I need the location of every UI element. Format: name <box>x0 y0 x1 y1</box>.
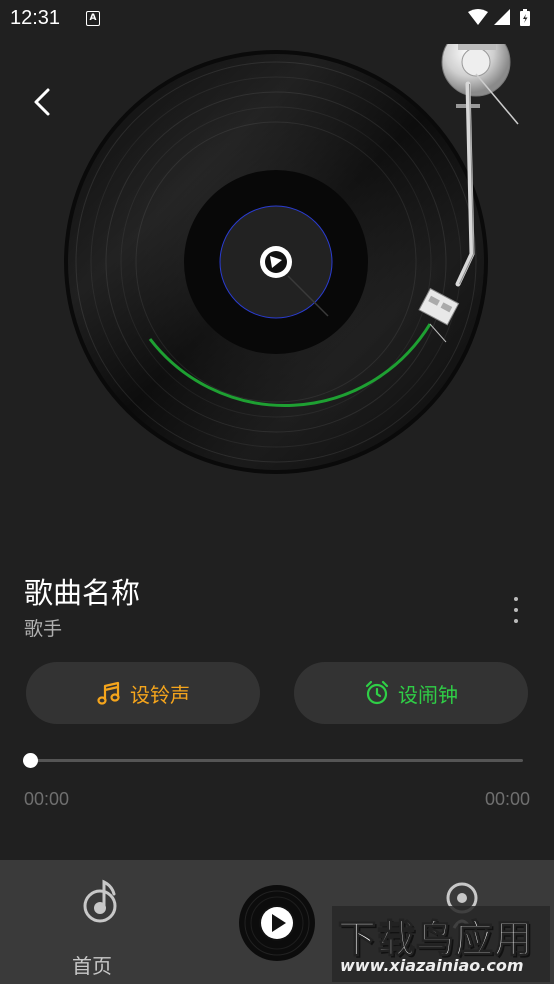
nav-home[interactable]: 首页 <box>50 876 134 978</box>
status-bar: 12:31 A <box>0 0 554 36</box>
set-ringtone-label: 设铃声 <box>130 682 190 707</box>
vinyl-record <box>64 50 488 474</box>
signal-icon <box>494 9 510 25</box>
status-icons <box>466 8 546 32</box>
music-note-circle-icon <box>83 879 117 923</box>
back-button[interactable] <box>24 84 60 120</box>
turntable <box>60 24 554 484</box>
song-title: 歌曲名称 <box>24 576 141 610</box>
progress-track[interactable] <box>30 759 523 762</box>
watermark: 下载鸟应用 www.xiazainiao.com <box>332 906 550 982</box>
play-icon <box>261 907 293 939</box>
status-time: 12:31 <box>10 7 61 29</box>
set-alarm-label: 设闹钟 <box>398 682 458 707</box>
nav-home-label: 首页 <box>72 954 112 978</box>
watermark-url: www.xiazainiao.com <box>340 956 524 975</box>
notification-icon: A <box>86 11 100 26</box>
battery-icon <box>520 9 530 26</box>
total-time: 00:00 <box>484 789 530 809</box>
play-button[interactable] <box>238 884 316 962</box>
singer-name: 歌手 <box>24 618 63 640</box>
back-icon <box>34 88 50 116</box>
watermark-logo: 下载鸟应用 <box>337 916 534 961</box>
current-time: 00:00 <box>24 789 70 809</box>
more-options-button[interactable] <box>504 592 528 628</box>
wifi-icon <box>468 9 488 25</box>
set-ringtone-button[interactable]: 设铃声 <box>26 662 260 724</box>
set-alarm-button[interactable]: 设闹钟 <box>294 662 528 724</box>
music-note-icon <box>97 681 120 705</box>
alarm-clock-icon <box>365 680 389 705</box>
progress-thumb[interactable] <box>23 753 38 768</box>
more-vert-icon <box>504 592 528 623</box>
